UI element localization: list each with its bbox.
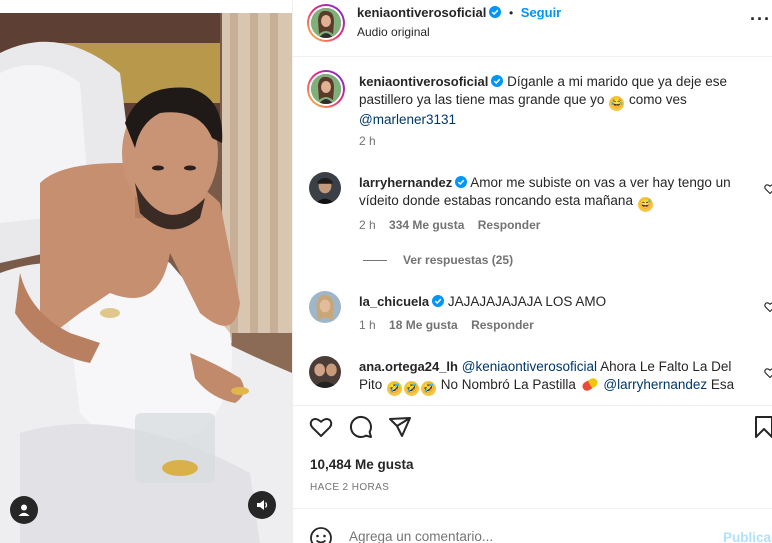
publish-button[interactable]: Publicar [723,530,772,543]
post-header: keniaontiverosoficial • Seguir Audio ori… [293,0,772,57]
user-icon [18,504,30,516]
user-tag-button[interactable] [10,496,38,524]
header-separator: • [508,6,514,20]
audio-toggle-button[interactable] [248,491,276,519]
post-likes-count[interactable]: 10,484 Me gusta [310,457,414,472]
comment-line-2-c: Esa [710,377,735,392]
comment-time: 2 h [359,218,376,232]
comment-1-meta: 2 h 334 Me gusta Responder [359,218,540,232]
comment-2-meta: 1 h 18 Me gusta Responder [359,318,534,332]
comment-composer: Publicar [293,508,772,543]
caption-mention[interactable]: @marlener3131 [359,112,456,127]
comment-line-2: Pito [359,377,383,392]
post-video[interactable] [0,13,292,543]
caption-line-2-end: como ves [628,92,687,107]
audio-link[interactable]: Audio original [357,25,430,39]
comment-likes[interactable]: 334 Me gusta [389,218,464,232]
avatar-image [309,172,341,204]
comment-like-heart-icon[interactable] [764,301,772,313]
comment-username[interactable]: larryhernandez [359,175,452,190]
verified-badge-icon [489,6,502,18]
verified-badge-icon [491,75,504,87]
replies-divider [363,260,387,261]
comment-like-heart-icon[interactable] [764,183,772,195]
comment-3-text: ana.ortega24_lh @keniaontiverosoficial A… [359,358,759,396]
view-replies-button[interactable]: Ver respuestas (25) [403,253,513,267]
video-frame [0,13,292,543]
avatar-image [311,74,341,104]
share-send-icon[interactable] [388,415,412,439]
caption-avatar[interactable] [307,70,345,108]
verified-badge-icon [432,295,445,307]
comment-like-heart-icon[interactable] [764,367,772,379]
pill-emoji-icon [580,376,599,393]
comment-2-text: la_chicuela JAJAJAJAJAJA LOS AMO [359,293,606,311]
avatar-image [311,8,341,38]
post-panel: keniaontiverosoficial • Seguir Audio ori… [292,0,772,543]
speaker-icon [257,500,268,510]
avatar-image [309,356,341,388]
comment-username[interactable]: la_chicuela [359,294,429,309]
comment-3-clip: ana.ortega24_lh @keniaontiverosoficial A… [293,350,772,405]
comment-username[interactable]: ana.ortega24_lh [359,359,458,374]
post-time-ago: HACE 2 HORAS [310,482,390,493]
caption-time: 2 h [359,134,376,148]
verified-badge-icon [455,176,468,188]
comment-line-1: Ahora Le Falto La Del [600,359,732,374]
comment-line-1: JAJAJAJAJAJA LOS AMO [447,294,607,309]
comment-line-2-b: No Nombró La Pastilla [440,377,576,392]
author-username[interactable]: keniaontiverosoficial [357,5,486,20]
comment-avatar[interactable] [309,356,341,388]
caption-username[interactable]: keniaontiverosoficial [359,74,488,89]
comment-avatar[interactable] [309,172,341,204]
caption-line-2: pastillero ya las tiene mas grande que y… [359,92,605,107]
follow-button[interactable]: Seguir [521,5,561,20]
comment-1-text: larryhernandez Amor me subiste on vas a … [359,174,754,212]
laughing-emoji-icon: 😂 [609,96,625,111]
comment-likes[interactable]: 18 Me gusta [389,318,458,332]
emoji-picker-icon[interactable] [309,526,333,543]
comment-line-2: vídeito donde estabas roncando esta maña… [359,193,633,208]
caption-text: keniaontiverosoficial Díganle a mi marid… [359,73,764,129]
reply-button[interactable]: Responder [478,218,541,232]
author-avatar[interactable] [307,4,345,42]
comment-time: 1 h [359,318,376,332]
comment-bubble-icon[interactable] [349,415,373,439]
comment-avatar[interactable] [309,291,341,323]
save-bookmark-icon[interactable] [752,415,772,439]
comment-mention[interactable]: @keniaontiverosoficial [462,359,597,374]
laughing-emoji-icon: 😅 [637,197,653,212]
rofl-emoji-icon: 🤣 [387,381,403,396]
caption-line-1: Díganle a mi marido que ya deje ese [507,74,727,89]
comment-input[interactable] [349,529,689,543]
rofl-emoji-icon: 🤣 [421,381,437,396]
avatar-image [309,291,341,323]
rofl-emoji-icon: 🤣 [404,381,420,396]
comment-mention[interactable]: @larryhernandez [603,377,707,392]
like-heart-icon[interactable] [309,415,333,439]
reply-button[interactable]: Responder [471,318,534,332]
more-options-icon[interactable]: ··· [750,9,771,30]
comment-line-1: Amor me subiste on vas a ver hay tengo u… [470,175,731,190]
